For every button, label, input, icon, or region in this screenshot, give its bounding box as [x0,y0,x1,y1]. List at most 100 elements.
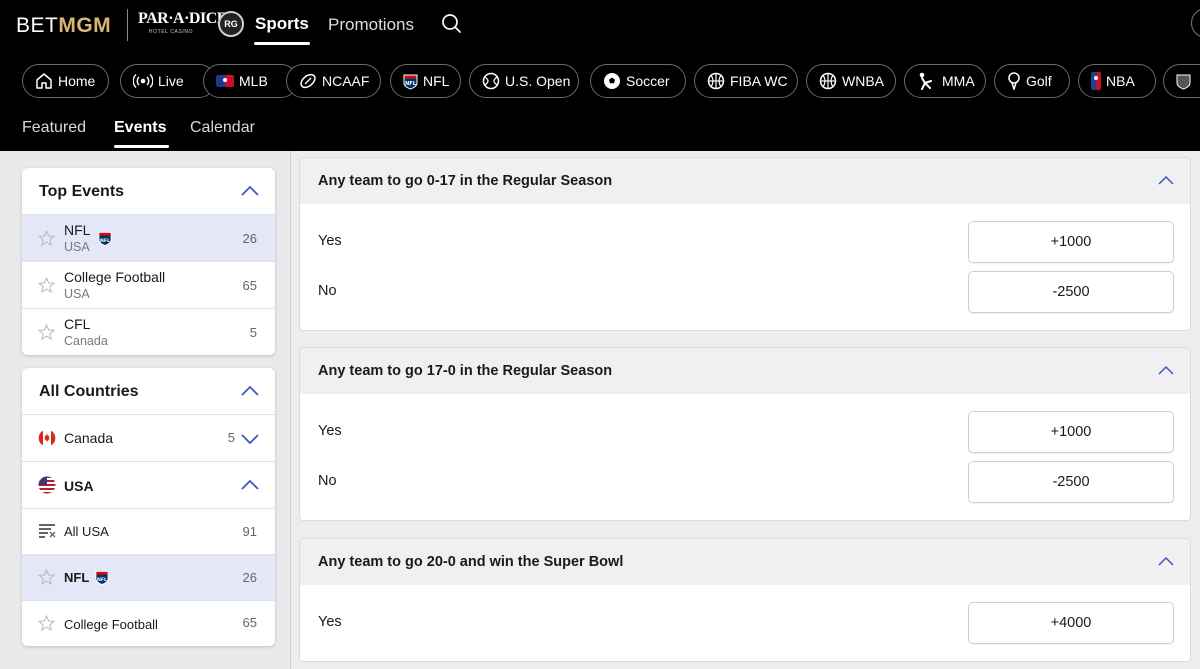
league-nfl[interactable]: NFL NFL 26 [22,555,275,601]
country-canada[interactable]: Canada 5 [22,415,275,462]
top-event-cfl[interactable]: CFL Canada 5 [22,309,275,355]
market-header[interactable]: Any team to go 17-0 in the Regular Seaso… [300,348,1190,394]
partner-logo-text: PAR·A·DICE [138,10,227,27]
all-countries-header[interactable]: All Countries [22,368,275,415]
star-icon[interactable] [38,230,55,246]
chevron-up-icon[interactable] [1158,175,1174,185]
chip-home[interactable]: Home [22,64,109,98]
market-title: Any team to go 0-17 in the Regular Seaso… [318,173,613,189]
list-filter-icon [39,524,56,538]
selection-row: Yes +1000 [300,216,1190,266]
sport-chips-bar: Home Live MLB NCAAF NFL NFL U.S. Open So… [22,64,1200,98]
account-avatar[interactable] [1191,8,1200,38]
nba-icon [1091,72,1101,90]
odds-button[interactable]: -2500 [968,461,1174,503]
top-events-header[interactable]: Top Events [22,168,275,215]
league-all-usa[interactable]: All USA 91 [22,509,275,555]
chip-label: NBA [1106,73,1135,89]
league-icon [1176,74,1191,90]
live-icon [133,73,153,89]
chip-live[interactable]: Live [120,64,216,98]
mlb-icon [216,75,234,87]
chevron-up-icon[interactable] [1158,556,1174,566]
event-count: 26 [242,231,257,246]
nav-active-indicator [254,42,310,45]
selection-label: Yes [318,233,342,249]
star-icon[interactable] [38,615,55,631]
selection-row: No -2500 [300,266,1190,316]
selection-label: Yes [318,423,342,439]
chip-label: Golf [1026,73,1052,89]
star-icon[interactable] [38,569,55,585]
chip-mlb[interactable]: MLB [203,64,298,98]
chip-label: Soccer [626,73,670,89]
top-events-panel: Top Events NFL NFL USA 26 College Footba… [22,168,275,355]
event-name: CFL [64,316,91,332]
odds-button[interactable]: -2500 [968,271,1174,313]
tab-calendar[interactable]: Calendar [190,119,255,137]
league-name: NFL [64,570,90,585]
market-title: Any team to go 17-0 in the Regular Seaso… [318,363,613,379]
country-count: 5 [227,430,235,445]
chip-label: NFL [423,73,450,89]
chip-mma[interactable]: MMA [904,64,986,98]
svg-text:NFL: NFL [97,577,107,583]
nfl-icon: NFL [403,74,418,90]
chevron-down-icon[interactable] [241,434,259,445]
chip-nba[interactable]: NBA [1078,64,1156,98]
chip-label: MLB [239,73,268,89]
league-college-football[interactable]: College Football 65 [22,601,275,646]
market-header[interactable]: Any team to go 0-17 in the Regular Seaso… [300,158,1190,204]
star-icon[interactable] [38,277,55,293]
selection-label: Yes [318,614,342,630]
chip-golf[interactable]: Golf [994,64,1070,98]
market-card: Any team to go 0-17 in the Regular Seaso… [299,157,1191,331]
event-region: USA [64,240,90,254]
chevron-up-icon[interactable] [241,385,259,396]
chip-wnba[interactable]: WNBA [806,64,896,98]
chip-fiba-wc[interactable]: FIBA WC [694,64,798,98]
chip-soccer[interactable]: Soccer [590,64,686,98]
league-count: 26 [242,570,257,585]
star-icon[interactable] [38,324,55,340]
all-countries-panel: All Countries Canada 5 USA All USA 91 NF… [22,368,275,646]
market-card: Any team to go 17-0 in the Regular Seaso… [299,347,1191,521]
paradice-logo: PAR·A·DICE HOTEL CASINO [138,10,227,40]
chip-label: WNBA [842,73,884,89]
chip-nfl[interactable]: NFL NFL [390,64,461,98]
country-usa[interactable]: USA [22,462,275,509]
odds-button[interactable]: +1000 [968,221,1174,263]
chevron-up-icon[interactable] [1158,365,1174,375]
market-header[interactable]: Any team to go 20-0 and win the Super Bo… [300,539,1190,585]
tennis-icon [482,72,500,90]
event-region: Canada [64,334,108,348]
basketball-icon [707,72,725,90]
odds-button[interactable]: +1000 [968,411,1174,453]
odds-button[interactable]: +4000 [968,602,1174,644]
mma-icon [919,72,932,90]
search-icon[interactable] [440,13,462,35]
event-region: USA [64,287,90,301]
betmgm-logo[interactable]: BET MGM [16,12,111,40]
chevron-up-icon[interactable] [241,479,259,490]
nav-promotions[interactable]: Promotions [328,15,414,35]
chip-ncaaf[interactable]: NCAAF [286,64,381,98]
tab-featured[interactable]: Featured [22,119,86,137]
chip-more[interactable] [1163,64,1200,98]
usa-flag-icon [38,476,56,494]
canada-flag-icon [38,429,56,447]
chevron-up-icon[interactable] [241,185,259,196]
country-name: USA [64,478,94,494]
basketball-icon [819,72,837,90]
nav-sports[interactable]: Sports [255,14,309,34]
golf-icon [1008,72,1020,90]
chip-us-open[interactable]: U.S. Open [469,64,579,98]
top-event-college-football[interactable]: College Football USA 65 [22,262,275,309]
responsible-gaming-badge[interactable]: RG [218,11,244,37]
chip-label: Home [58,73,96,89]
home-icon [36,73,52,89]
market-card: Any team to go 20-0 and win the Super Bo… [299,538,1191,662]
brand-bet: BET [16,14,59,37]
tab-events[interactable]: Events [114,119,166,137]
top-event-nfl[interactable]: NFL NFL USA 26 [22,215,275,262]
